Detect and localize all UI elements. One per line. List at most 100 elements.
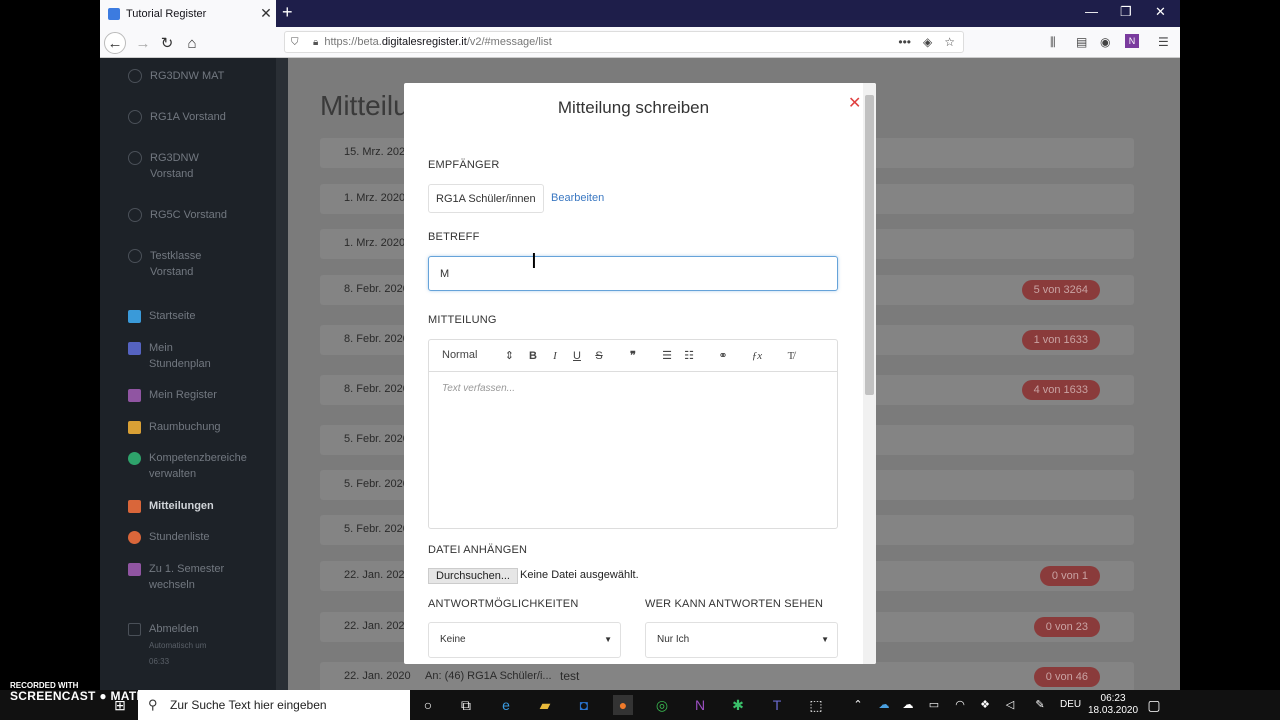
sidebar-item-kompetenzbereiche[interactable]: Kompetenzbereiche verwalten: [128, 450, 247, 482]
read-count-badge: 0 von 46: [1033, 667, 1100, 687]
file-status: Keine Datei ausgewählt.: [520, 569, 639, 581]
read-count-badge: 4 von 1633: [1021, 380, 1100, 400]
message-date: 22. Jan. 2020: [344, 620, 411, 632]
onenote-extension-icon[interactable]: N: [1125, 34, 1139, 48]
sidebar-item-raumbuchung[interactable]: Raumbuchung: [128, 419, 221, 435]
message-date: 5. Febr. 2020: [344, 478, 409, 490]
sidebar-scrollbar[interactable]: [276, 58, 288, 690]
tray-app-icon[interactable]: ▭: [924, 695, 944, 715]
account-icon[interactable]: ◉: [1100, 35, 1110, 49]
taskbar: ⊞ ⚲ Zur Suche Text hier eingeben ○ ⧉ e ▰…: [0, 690, 1280, 720]
chrome-icon[interactable]: ◎: [652, 695, 672, 715]
sidebar-item-startseite[interactable]: Startseite: [128, 308, 195, 324]
clear-format-icon[interactable]: T̸: [780, 350, 802, 362]
forward-icon[interactable]: →: [132, 32, 154, 54]
page-title: Mitteilu: [320, 90, 409, 121]
sidebar-item-register[interactable]: Mein Register: [128, 387, 217, 403]
bold-icon[interactable]: B: [522, 350, 544, 362]
table-row[interactable]: 22. Jan. 2020 An: (46) RG1A Schüler/i... t…: [320, 662, 1134, 690]
message-recipient: An: (46) RG1A Schüler/i...: [425, 670, 552, 682]
home-icon[interactable]: ⌂: [181, 32, 203, 54]
message-subject: test: [560, 669, 580, 683]
back-icon[interactable]: ←: [104, 32, 126, 54]
wifi-icon[interactable]: ◠: [950, 695, 970, 715]
reload-icon[interactable]: ↻: [156, 32, 178, 54]
snip-icon[interactable]: ⬚: [806, 695, 826, 715]
ordered-list-icon[interactable]: ☰: [656, 349, 678, 362]
subject-label: BETREFF: [428, 231, 480, 243]
sidebar-item-stundenplan[interactable]: Mein Stundenplan: [128, 340, 211, 372]
strikethrough-icon[interactable]: S: [588, 350, 610, 362]
link-icon[interactable]: ⚭: [712, 349, 734, 362]
bullet-list-icon[interactable]: ☷: [678, 349, 700, 362]
clock-icon: [128, 531, 141, 544]
pocket-icon[interactable]: ◈: [923, 35, 932, 49]
menu-icon[interactable]: ☰: [1158, 35, 1169, 49]
sidebar-item-semester[interactable]: Zu 1. Semester wechseln: [128, 561, 224, 593]
sidebar-group[interactable]: RG3DNW Vorstand: [128, 150, 199, 182]
pen-icon[interactable]: ✎: [1030, 695, 1050, 715]
taskbar-search[interactable]: ⚲ Zur Suche Text hier eingeben: [138, 690, 410, 720]
reply-options-select[interactable]: Keine ▼: [428, 622, 621, 658]
onenote-icon[interactable]: N: [690, 695, 710, 715]
sidebar-group[interactable]: RG1A Vorstand: [128, 109, 226, 125]
formula-icon[interactable]: ƒx: [746, 350, 768, 362]
sidebar-item-stundenliste[interactable]: Stundenliste: [128, 529, 210, 545]
library-icon[interactable]: ⫼: [1050, 35, 1056, 50]
read-count-badge: 1 von 1633: [1021, 330, 1100, 350]
tray-up-icon[interactable]: ⌃: [848, 695, 868, 715]
browse-file-button[interactable]: Durchsuchen...: [428, 568, 518, 584]
format-select[interactable]: Normal ⇕: [442, 349, 522, 362]
nav-bar: ← → ↻ ⌂ ⛉ 🔒︎ https://beta.digitalesregis…: [100, 27, 1180, 58]
dropbox-icon[interactable]: ❖: [975, 695, 995, 715]
italic-icon[interactable]: I: [544, 350, 566, 362]
close-window-icon[interactable]: ✕: [1155, 4, 1166, 20]
editor-toolbar: Normal ⇕ B I U S ❞ ☰ ☷ ⚭ ƒx T̸: [429, 340, 837, 372]
restore-icon[interactable]: ❐: [1120, 4, 1132, 20]
explorer-icon[interactable]: ▰: [535, 695, 555, 715]
bookmark-star-icon[interactable]: ☆: [944, 35, 955, 49]
modal-title: Mitteilung schreiben: [557, 98, 710, 117]
modal-scrollbar-thumb[interactable]: [865, 95, 874, 395]
sidebar-group[interactable]: RG3DNW MAT: [128, 68, 224, 84]
cloud-icon[interactable]: ☁: [898, 695, 918, 715]
logout-icon: [128, 623, 141, 636]
task-view-icon[interactable]: ⧉: [456, 695, 476, 715]
url-bar[interactable]: ⛉ 🔒︎ https://beta.digitalesregister.it/v…: [284, 31, 964, 53]
message-date: 5. Febr. 2020: [344, 433, 409, 445]
cortana-icon[interactable]: ○: [418, 695, 438, 715]
notifications-icon[interactable]: ▢: [1144, 695, 1164, 715]
sidebar-group[interactable]: Testklasse Vorstand: [128, 248, 201, 280]
edge-icon[interactable]: e: [496, 695, 516, 715]
browser-tab[interactable]: Tutorial Register ✕: [100, 0, 276, 27]
underline-icon[interactable]: U: [566, 350, 588, 362]
search-icon: ⚲: [148, 697, 158, 712]
teams-icon[interactable]: T: [767, 695, 787, 715]
sidebar-item-abmelden[interactable]: Abmelden Automatisch um 06:33: [128, 621, 206, 669]
volume-icon[interactable]: ◁: [1000, 695, 1020, 715]
language-indicator[interactable]: DEU: [1060, 699, 1081, 710]
read-count-badge: 0 von 1: [1039, 566, 1100, 586]
quote-icon[interactable]: ❞: [622, 349, 644, 362]
minimize-icon[interactable]: —: [1085, 4, 1098, 19]
app-icon[interactable]: ✱: [728, 695, 748, 715]
outlook-icon[interactable]: ◘: [574, 695, 594, 715]
close-icon[interactable]: ✕: [848, 93, 861, 113]
modal-scrollbar[interactable]: [863, 83, 876, 664]
editor-text-area[interactable]: Text verfassen...: [429, 372, 837, 405]
subject-input[interactable]: [428, 256, 838, 291]
sidebar-group[interactable]: RG5C Vorstand: [128, 207, 227, 223]
envelope-icon: [128, 500, 141, 513]
sidebar-item-mitteilungen[interactable]: Mitteilungen: [128, 498, 214, 514]
page-favicon-icon: [108, 7, 120, 20]
onedrive-icon[interactable]: ☁: [874, 695, 894, 715]
close-tab-icon[interactable]: ✕: [256, 5, 276, 22]
edit-recipients-link[interactable]: Bearbeiten: [551, 192, 604, 204]
page-actions-icon[interactable]: •••: [898, 35, 911, 49]
firefox-icon[interactable]: ●: [613, 695, 633, 715]
clock[interactable]: 06:23 18.03.2020: [1088, 693, 1138, 717]
new-tab-icon[interactable]: +: [282, 2, 293, 23]
sidebar: RG3DNW MAT RG1A Vorstand RG3DNW Vorstand …: [100, 58, 288, 690]
reply-visibility-select[interactable]: Nur Ich ▼: [645, 622, 838, 658]
sidebar-icon[interactable]: ▤: [1076, 35, 1087, 49]
